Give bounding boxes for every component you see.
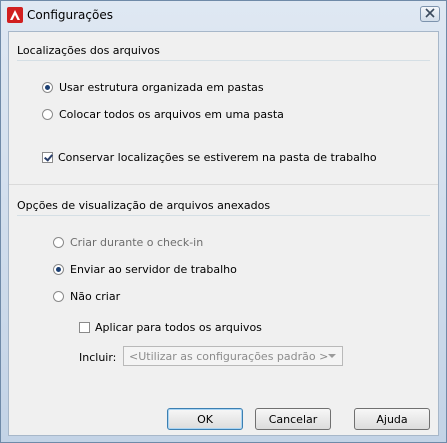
radio-structured-folders[interactable]: Usar estrutura organizada em pastas [42,81,264,94]
section-divider [9,184,438,185]
ok-button[interactable]: OK [167,408,243,430]
settings-dialog: Configurações Localizações dos arquivos … [0,0,447,443]
include-select-value: <Utilizar as configurações padrão > [129,349,329,363]
radio-single-folder[interactable]: Colocar todos os arquivos em uma pasta [42,108,284,121]
radio-create-checkin[interactable]: Criar durante o check-in [53,236,203,249]
checkbox-label: Aplicar para todos os arquivos [95,321,262,334]
title-bar[interactable]: Configurações [1,1,446,29]
radio-indicator[interactable] [53,291,64,302]
radio-send-server[interactable]: Enviar ao servidor de trabalho [53,263,237,276]
apply-all-checkbox[interactable]: Aplicar para todos os arquivos [79,321,262,334]
checkbox-indicator[interactable] [42,152,53,163]
autocad-logo-icon [7,7,23,23]
cancel-button[interactable]: Cancelar [255,408,331,430]
checkbox-indicator[interactable] [79,322,90,333]
radio-label: Usar estrutura organizada em pastas [59,81,264,94]
radio-indicator[interactable] [53,237,64,248]
include-label: Incluir: [79,351,117,364]
window-title: Configurações [27,8,113,22]
close-icon [425,7,435,21]
checkbox-label: Conservar localizações se estiverem na p… [58,151,377,164]
radio-indicator[interactable] [42,109,53,120]
radio-do-not-create[interactable]: Não criar [53,290,120,303]
keep-locations-checkbox[interactable]: Conservar localizações se estiverem na p… [42,151,377,164]
include-select[interactable]: <Utilizar as configurações padrão > [123,346,343,366]
radio-label: Colocar todos os arquivos em uma pasta [59,108,284,121]
chevron-down-icon[interactable] [328,354,336,358]
radio-label: Criar durante o check-in [70,236,204,249]
dialog-body: Localizações dos arquivos Usar estrutura… [8,31,439,436]
radio-indicator[interactable] [53,264,64,275]
attachments-divider [17,215,430,216]
attachments-heading: Opções de visualização de arquivos anexa… [17,199,271,212]
radio-label: Não criar [70,290,121,303]
radio-label: Enviar ao servidor de trabalho [70,263,237,276]
radio-indicator[interactable] [42,82,53,93]
help-button[interactable]: Ajuda [354,408,430,430]
locations-divider [17,60,430,61]
locations-heading: Localizações dos arquivos [17,44,160,57]
close-button[interactable] [420,6,440,22]
